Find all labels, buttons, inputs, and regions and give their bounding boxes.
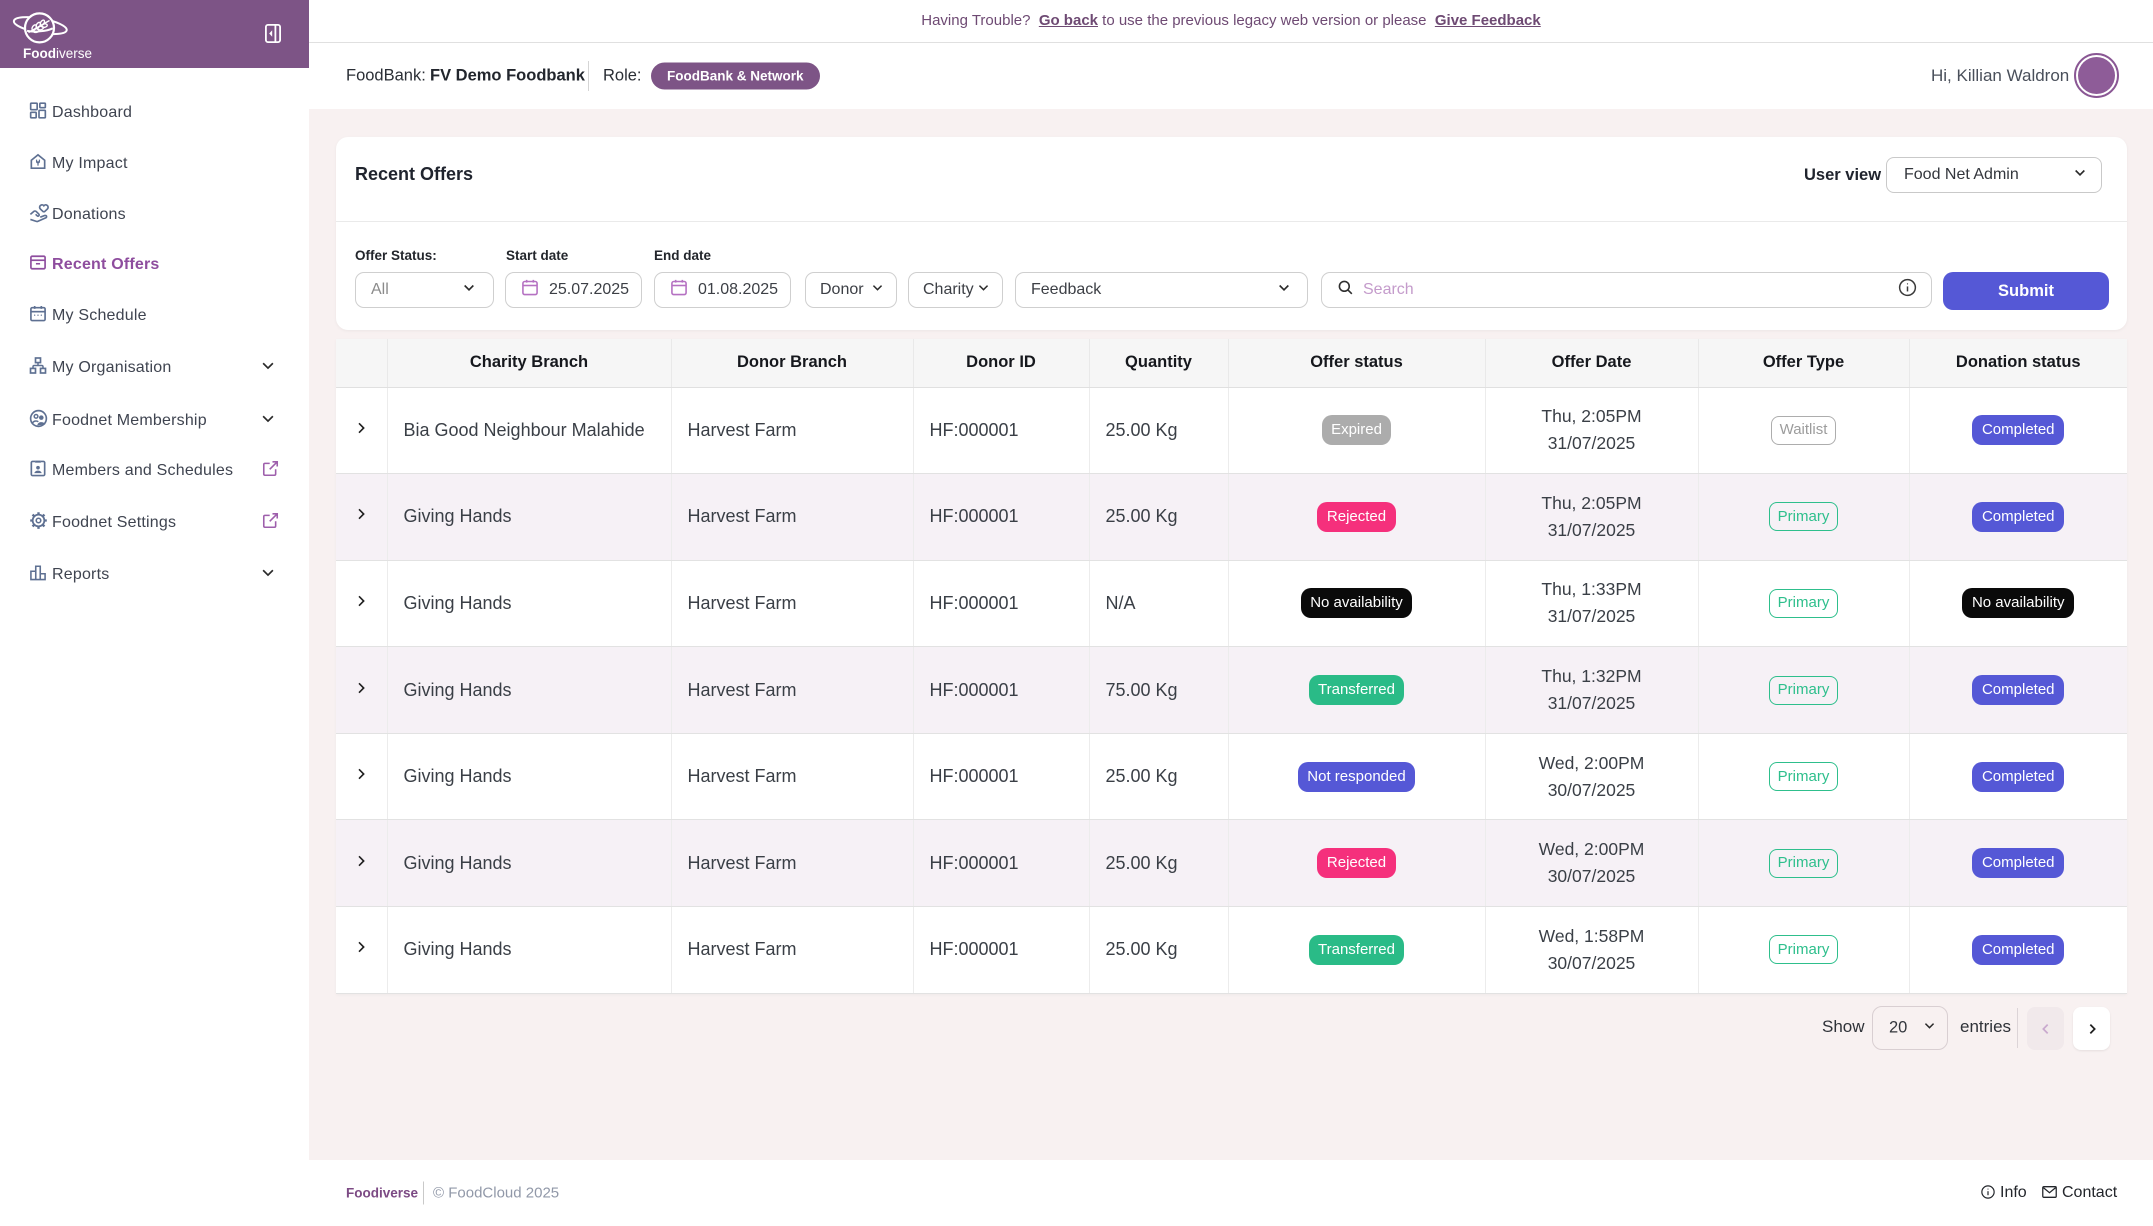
svg-text:Foodiverse: Foodiverse (23, 46, 92, 61)
